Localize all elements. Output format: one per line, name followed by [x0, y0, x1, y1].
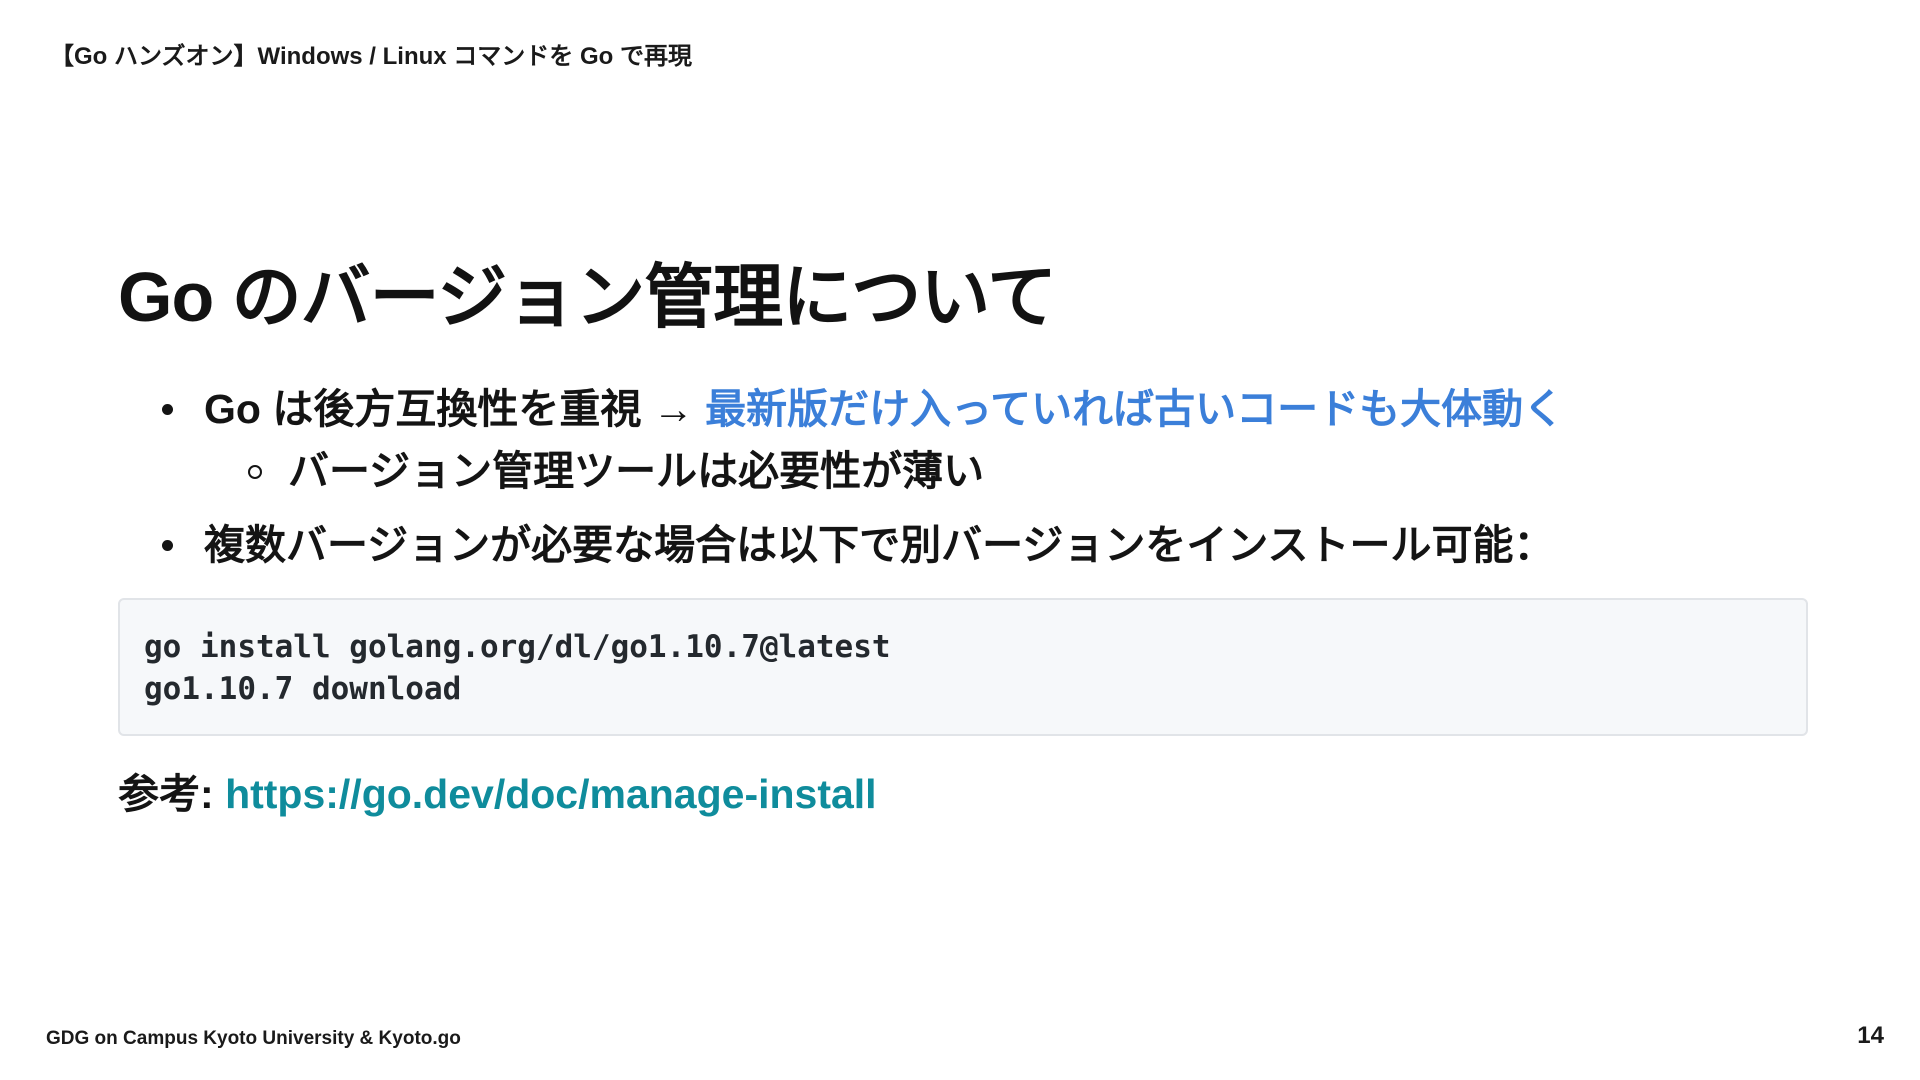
sub-bullet-list: バージョン管理ツールは必要性が薄い [204, 440, 1818, 502]
code-line: go install golang.org/dl/go1.10.7@latest [144, 629, 891, 665]
reference-line: 参考: https://go.dev/doc/manage-install [118, 766, 1818, 822]
bullet-item-multiple-versions: 複数バージョンが必要な場合は以下で別バージョンをインストール可能： [118, 514, 1818, 576]
slide-header-title: 【Go ハンズオン】Windows / Linux コマンドを Go で再現 [50, 43, 692, 70]
reference-link[interactable]: https://go.dev/doc/manage-install [225, 771, 877, 817]
page-number: 14 [1857, 1022, 1884, 1049]
code-line: go1.10.7 download [144, 671, 462, 707]
reference-label: 参考: [118, 771, 214, 817]
bullet-text: 複数バージョンが必要な場合は以下で別バージョンをインストール可能： [204, 522, 1555, 568]
bullet-highlight-text: 最新版だけ入っていれば古いコードも大体動く [705, 386, 1565, 432]
slide-content: Go のバージョン管理について Go は後方互換性を重視 → 最新版だけ入ってい… [118, 250, 1818, 822]
bullet-list: Go は後方互換性を重視 → 最新版だけ入っていれば古いコードも大体動く バージ… [118, 378, 1818, 576]
bullet-item-compatibility: Go は後方互換性を重視 → 最新版だけ入っていれば古いコードも大体動く バージ… [118, 378, 1818, 502]
right-arrow-icon: → [652, 386, 694, 432]
hollow-circle-bullet-icon [248, 465, 262, 479]
slide-title: Go のバージョン管理について [118, 258, 1057, 336]
sub-bullet-item: バージョン管理ツールは必要性が薄い [204, 440, 1818, 502]
slide-footer-text: GDG on Campus Kyoto University & Kyoto.g… [46, 1028, 461, 1049]
sub-bullet-text: バージョン管理ツールは必要性が薄い [288, 448, 985, 494]
bullet-dot-icon [162, 540, 173, 551]
code-block[interactable]: go install golang.org/dl/go1.10.7@latest… [118, 598, 1808, 736]
bullet-dot-icon [162, 404, 173, 415]
bullet-text: Go は後方互換性を重視 [204, 386, 642, 432]
